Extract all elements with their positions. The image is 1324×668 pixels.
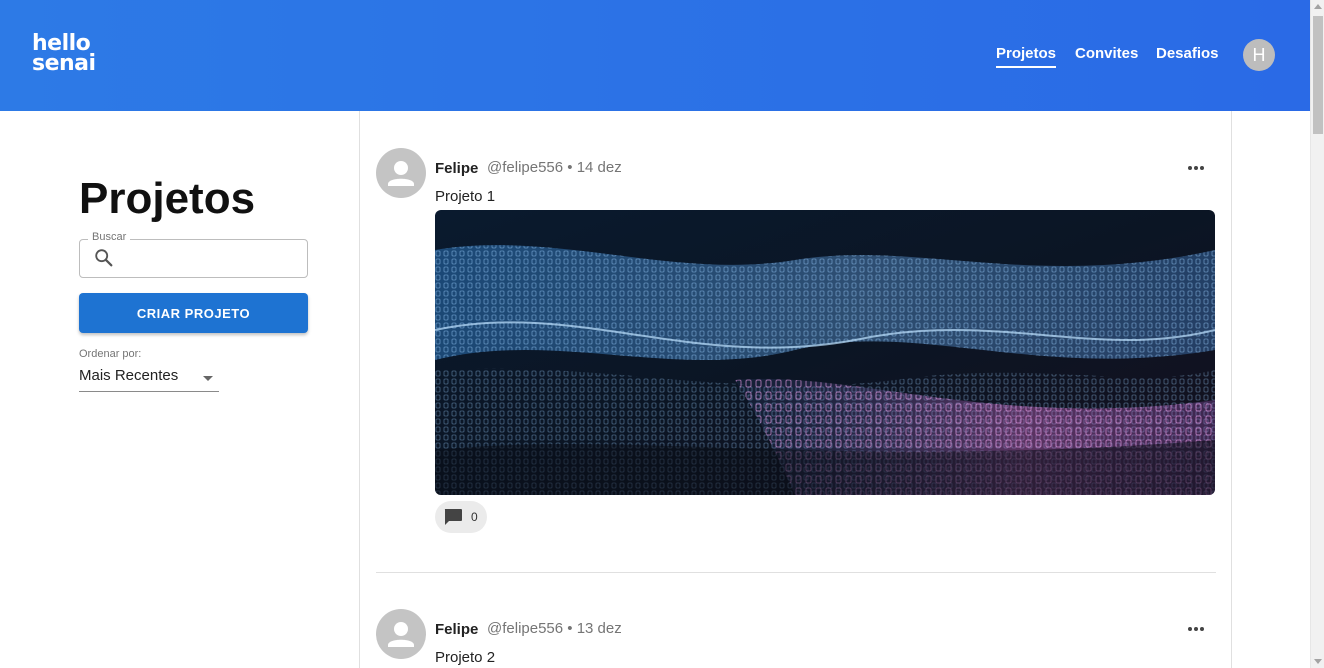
person-icon xyxy=(388,161,414,186)
search-icon xyxy=(95,249,113,267)
binary-wave-image xyxy=(435,210,1215,495)
post-handle-date: @felipe556 • 13 dez xyxy=(487,620,622,637)
post-author[interactable]: Felipe xyxy=(435,160,478,177)
scrollbar-thumb[interactable] xyxy=(1313,16,1323,134)
post-card: Felipe @felipe556 • 14 dez Projeto 1 0 xyxy=(376,148,1216,578)
post-title[interactable]: Projeto 2 xyxy=(435,649,495,666)
post-image[interactable] xyxy=(435,210,1215,495)
scroll-down-icon[interactable] xyxy=(1314,659,1322,664)
search-label: Buscar xyxy=(88,231,131,243)
post-divider xyxy=(376,572,1216,573)
sort-value: Mais Recentes xyxy=(79,367,179,384)
logo-line-2: senai xyxy=(32,51,96,76)
app-bar: hello senai Projetos Convites Desafios H xyxy=(0,0,1310,111)
comment-icon xyxy=(444,509,462,525)
nav-projetos[interactable]: Projetos xyxy=(996,45,1057,68)
post-card: Felipe @felipe556 • 13 dez Projeto 2 xyxy=(376,609,1216,668)
post-handle-date: @felipe556 • 14 dez xyxy=(487,159,622,176)
comments-button[interactable]: 0 xyxy=(435,501,487,533)
post-title[interactable]: Projeto 1 xyxy=(435,188,495,205)
author-avatar[interactable] xyxy=(376,148,426,198)
person-icon xyxy=(388,622,414,647)
nav-convites[interactable]: Convites xyxy=(1075,45,1138,62)
create-project-button[interactable]: CRIAR PROJETO xyxy=(79,293,308,333)
author-avatar[interactable] xyxy=(376,609,426,659)
column-divider-right xyxy=(1231,111,1232,668)
sort-select[interactable]: Mais Recentes xyxy=(79,366,219,392)
post-author[interactable]: Felipe xyxy=(435,621,478,638)
comment-count: 0 xyxy=(471,510,478,524)
more-options-icon[interactable] xyxy=(1186,619,1206,639)
user-avatar[interactable]: H xyxy=(1243,39,1275,71)
nav-desafios[interactable]: Desafios xyxy=(1156,45,1219,62)
column-divider-left xyxy=(359,111,360,668)
more-options-icon[interactable] xyxy=(1186,158,1206,178)
sort-label: Ordenar por: xyxy=(79,348,142,360)
page-title: Projetos xyxy=(79,174,256,223)
page-scrollbar[interactable] xyxy=(1310,0,1324,668)
caret-down-icon xyxy=(203,376,213,381)
logo[interactable]: hello senai xyxy=(32,33,96,76)
scroll-up-icon[interactable] xyxy=(1314,4,1322,9)
